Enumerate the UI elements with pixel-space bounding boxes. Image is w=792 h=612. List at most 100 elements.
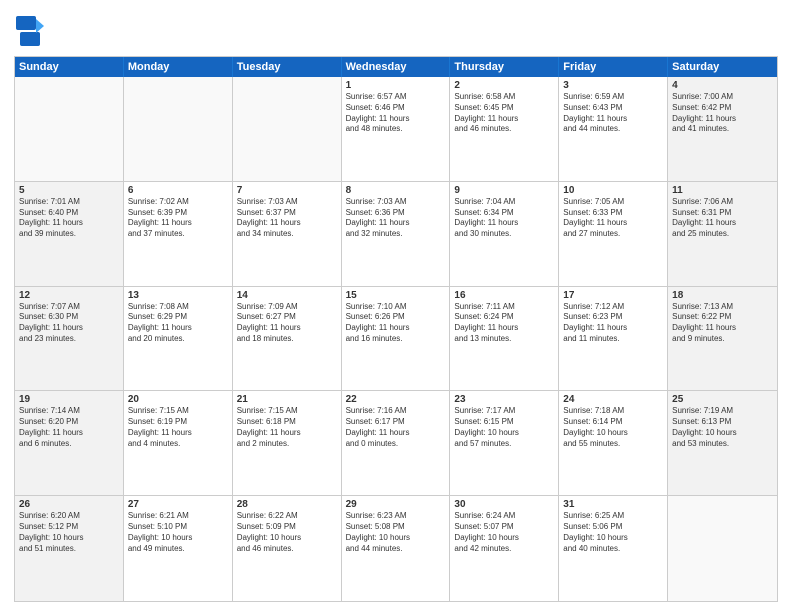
calendar-day-22: 22Sunrise: 7:16 AM Sunset: 6:17 PM Dayli…: [342, 391, 451, 495]
logo: [14, 14, 50, 50]
day-number: 25: [672, 394, 773, 405]
calendar-week-1: 1Sunrise: 6:57 AM Sunset: 6:46 PM Daylig…: [15, 77, 777, 182]
day-info: Sunrise: 7:02 AM Sunset: 6:39 PM Dayligh…: [128, 197, 228, 240]
calendar-day-empty: [668, 496, 777, 601]
day-number: 22: [346, 394, 446, 405]
day-number: 20: [128, 394, 228, 405]
day-number: 30: [454, 499, 554, 510]
calendar-day-8: 8Sunrise: 7:03 AM Sunset: 6:36 PM Daylig…: [342, 182, 451, 286]
calendar-day-25: 25Sunrise: 7:19 AM Sunset: 6:13 PM Dayli…: [668, 391, 777, 495]
day-number: 13: [128, 290, 228, 301]
day-info: Sunrise: 7:09 AM Sunset: 6:27 PM Dayligh…: [237, 302, 337, 345]
day-number: 29: [346, 499, 446, 510]
weekday-header-tuesday: Tuesday: [233, 57, 342, 77]
day-info: Sunrise: 7:07 AM Sunset: 6:30 PM Dayligh…: [19, 302, 119, 345]
weekday-header-monday: Monday: [124, 57, 233, 77]
calendar-day-empty: [233, 77, 342, 181]
day-info: Sunrise: 7:12 AM Sunset: 6:23 PM Dayligh…: [563, 302, 663, 345]
page-header: [14, 10, 778, 50]
weekday-header-friday: Friday: [559, 57, 668, 77]
calendar-day-empty: [124, 77, 233, 181]
day-info: Sunrise: 6:23 AM Sunset: 5:08 PM Dayligh…: [346, 511, 446, 554]
day-number: 2: [454, 80, 554, 91]
day-number: 6: [128, 185, 228, 196]
day-number: 10: [563, 185, 663, 196]
day-number: 16: [454, 290, 554, 301]
calendar-day-9: 9Sunrise: 7:04 AM Sunset: 6:34 PM Daylig…: [450, 182, 559, 286]
calendar-day-28: 28Sunrise: 6:22 AM Sunset: 5:09 PM Dayli…: [233, 496, 342, 601]
day-info: Sunrise: 6:20 AM Sunset: 5:12 PM Dayligh…: [19, 511, 119, 554]
day-info: Sunrise: 7:19 AM Sunset: 6:13 PM Dayligh…: [672, 406, 773, 449]
day-info: Sunrise: 7:18 AM Sunset: 6:14 PM Dayligh…: [563, 406, 663, 449]
calendar-day-29: 29Sunrise: 6:23 AM Sunset: 5:08 PM Dayli…: [342, 496, 451, 601]
day-info: Sunrise: 7:15 AM Sunset: 6:18 PM Dayligh…: [237, 406, 337, 449]
calendar-day-26: 26Sunrise: 6:20 AM Sunset: 5:12 PM Dayli…: [15, 496, 124, 601]
calendar-day-15: 15Sunrise: 7:10 AM Sunset: 6:26 PM Dayli…: [342, 287, 451, 391]
calendar-day-12: 12Sunrise: 7:07 AM Sunset: 6:30 PM Dayli…: [15, 287, 124, 391]
day-number: 17: [563, 290, 663, 301]
calendar-day-24: 24Sunrise: 7:18 AM Sunset: 6:14 PM Dayli…: [559, 391, 668, 495]
day-number: 31: [563, 499, 663, 510]
calendar-day-27: 27Sunrise: 6:21 AM Sunset: 5:10 PM Dayli…: [124, 496, 233, 601]
day-info: Sunrise: 7:17 AM Sunset: 6:15 PM Dayligh…: [454, 406, 554, 449]
day-info: Sunrise: 7:03 AM Sunset: 6:36 PM Dayligh…: [346, 197, 446, 240]
calendar-day-20: 20Sunrise: 7:15 AM Sunset: 6:19 PM Dayli…: [124, 391, 233, 495]
day-info: Sunrise: 7:01 AM Sunset: 6:40 PM Dayligh…: [19, 197, 119, 240]
calendar-day-2: 2Sunrise: 6:58 AM Sunset: 6:45 PM Daylig…: [450, 77, 559, 181]
calendar-header: SundayMondayTuesdayWednesdayThursdayFrid…: [15, 57, 777, 77]
weekday-header-wednesday: Wednesday: [342, 57, 451, 77]
day-info: Sunrise: 6:58 AM Sunset: 6:45 PM Dayligh…: [454, 92, 554, 135]
day-info: Sunrise: 7:04 AM Sunset: 6:34 PM Dayligh…: [454, 197, 554, 240]
calendar-day-17: 17Sunrise: 7:12 AM Sunset: 6:23 PM Dayli…: [559, 287, 668, 391]
day-number: 24: [563, 394, 663, 405]
calendar-day-16: 16Sunrise: 7:11 AM Sunset: 6:24 PM Dayli…: [450, 287, 559, 391]
calendar-day-14: 14Sunrise: 7:09 AM Sunset: 6:27 PM Dayli…: [233, 287, 342, 391]
day-info: Sunrise: 7:16 AM Sunset: 6:17 PM Dayligh…: [346, 406, 446, 449]
day-info: Sunrise: 7:08 AM Sunset: 6:29 PM Dayligh…: [128, 302, 228, 345]
day-info: Sunrise: 6:22 AM Sunset: 5:09 PM Dayligh…: [237, 511, 337, 554]
calendar-week-5: 26Sunrise: 6:20 AM Sunset: 5:12 PM Dayli…: [15, 496, 777, 601]
day-info: Sunrise: 6:57 AM Sunset: 6:46 PM Dayligh…: [346, 92, 446, 135]
day-number: 4: [672, 80, 773, 91]
day-info: Sunrise: 7:14 AM Sunset: 6:20 PM Dayligh…: [19, 406, 119, 449]
calendar-day-4: 4Sunrise: 7:00 AM Sunset: 6:42 PM Daylig…: [668, 77, 777, 181]
day-info: Sunrise: 6:59 AM Sunset: 6:43 PM Dayligh…: [563, 92, 663, 135]
day-info: Sunrise: 7:13 AM Sunset: 6:22 PM Dayligh…: [672, 302, 773, 345]
day-number: 9: [454, 185, 554, 196]
calendar-week-2: 5Sunrise: 7:01 AM Sunset: 6:40 PM Daylig…: [15, 182, 777, 287]
calendar-day-11: 11Sunrise: 7:06 AM Sunset: 6:31 PM Dayli…: [668, 182, 777, 286]
calendar-week-4: 19Sunrise: 7:14 AM Sunset: 6:20 PM Dayli…: [15, 391, 777, 496]
calendar-day-10: 10Sunrise: 7:05 AM Sunset: 6:33 PM Dayli…: [559, 182, 668, 286]
calendar-day-3: 3Sunrise: 6:59 AM Sunset: 6:43 PM Daylig…: [559, 77, 668, 181]
day-number: 21: [237, 394, 337, 405]
day-number: 26: [19, 499, 119, 510]
weekday-header-thursday: Thursday: [450, 57, 559, 77]
day-info: Sunrise: 6:25 AM Sunset: 5:06 PM Dayligh…: [563, 511, 663, 554]
calendar-day-empty: [15, 77, 124, 181]
day-info: Sunrise: 7:00 AM Sunset: 6:42 PM Dayligh…: [672, 92, 773, 135]
calendar-day-21: 21Sunrise: 7:15 AM Sunset: 6:18 PM Dayli…: [233, 391, 342, 495]
calendar-day-18: 18Sunrise: 7:13 AM Sunset: 6:22 PM Dayli…: [668, 287, 777, 391]
day-number: 28: [237, 499, 337, 510]
day-number: 8: [346, 185, 446, 196]
day-number: 27: [128, 499, 228, 510]
weekday-header-saturday: Saturday: [668, 57, 777, 77]
day-info: Sunrise: 7:05 AM Sunset: 6:33 PM Dayligh…: [563, 197, 663, 240]
day-number: 5: [19, 185, 119, 196]
day-number: 15: [346, 290, 446, 301]
day-number: 12: [19, 290, 119, 301]
calendar-day-19: 19Sunrise: 7:14 AM Sunset: 6:20 PM Dayli…: [15, 391, 124, 495]
calendar-week-3: 12Sunrise: 7:07 AM Sunset: 6:30 PM Dayli…: [15, 287, 777, 392]
day-number: 14: [237, 290, 337, 301]
day-number: 11: [672, 185, 773, 196]
calendar: SundayMondayTuesdayWednesdayThursdayFrid…: [14, 56, 778, 602]
day-info: Sunrise: 7:11 AM Sunset: 6:24 PM Dayligh…: [454, 302, 554, 345]
calendar-day-13: 13Sunrise: 7:08 AM Sunset: 6:29 PM Dayli…: [124, 287, 233, 391]
calendar-day-6: 6Sunrise: 7:02 AM Sunset: 6:39 PM Daylig…: [124, 182, 233, 286]
day-info: Sunrise: 6:21 AM Sunset: 5:10 PM Dayligh…: [128, 511, 228, 554]
day-number: 1: [346, 80, 446, 91]
day-info: Sunrise: 7:10 AM Sunset: 6:26 PM Dayligh…: [346, 302, 446, 345]
day-info: Sunrise: 7:03 AM Sunset: 6:37 PM Dayligh…: [237, 197, 337, 240]
logo-icon: [14, 14, 46, 50]
day-number: 7: [237, 185, 337, 196]
